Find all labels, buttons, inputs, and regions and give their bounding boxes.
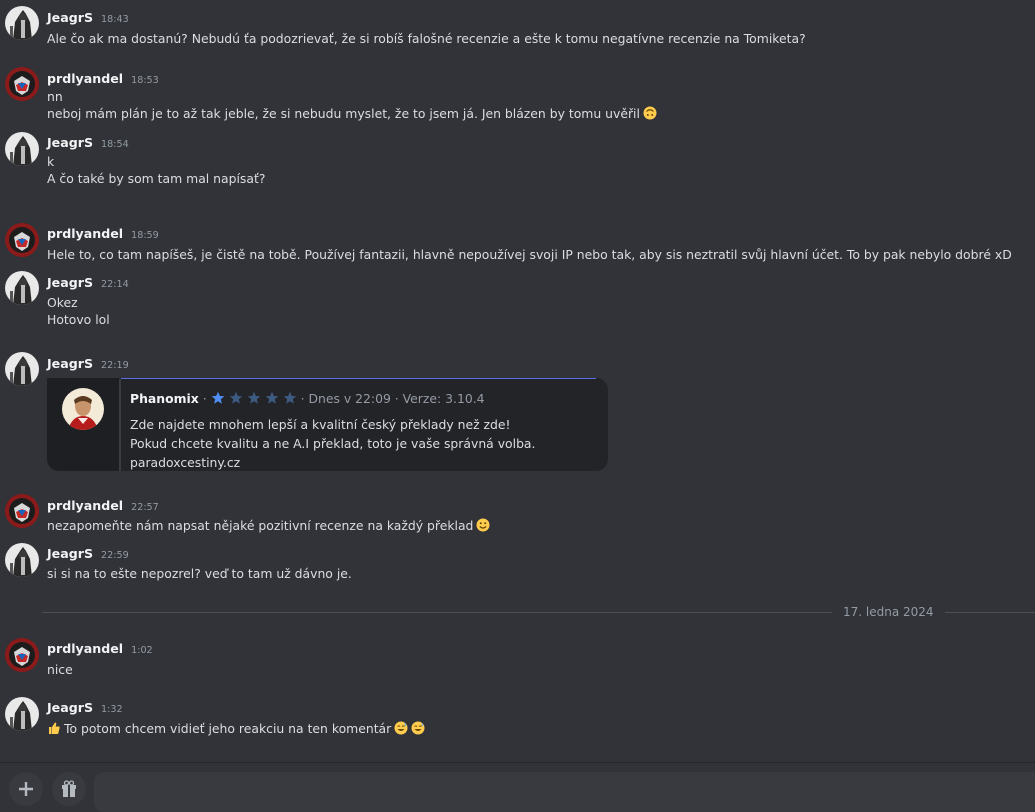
- timestamp: 18:43: [101, 14, 129, 25]
- timestamp: 22:19: [101, 360, 129, 371]
- avatar-prdlyandel[interactable]: [5, 67, 39, 101]
- message-text: Ale čo ak ma dostanú? Nebudú ťa podozrie…: [47, 31, 806, 46]
- message-text: k: [47, 154, 55, 169]
- star-rating: [211, 391, 301, 408]
- message-line: neboj mám plán je to až tak jeble, že si…: [47, 106, 657, 121]
- username[interactable]: JeagrS 18:43: [47, 10, 129, 25]
- message-text: nezapomeňte nám napsat nějaké pozitivní …: [47, 518, 474, 533]
- slightly-smiling-face-icon: [476, 518, 490, 532]
- composer-separator: [0, 762, 1035, 763]
- message-line: To potom chcem vidieť jeho reakciu na te…: [47, 721, 425, 736]
- plus-icon: [19, 782, 33, 796]
- timestamp: 18:59: [131, 230, 159, 241]
- avatar-jeagrs[interactable]: [5, 543, 39, 577]
- date-divider-line: [945, 612, 1035, 613]
- username-text[interactable]: prdlyandel: [47, 641, 123, 656]
- star-empty-icon: [229, 391, 243, 405]
- message-text: si si na to ešte nepozrel? veď to tam už…: [47, 566, 352, 581]
- timestamp: 18:54: [101, 139, 129, 150]
- upside-down-face-icon: [643, 106, 657, 120]
- message-text: nn: [47, 89, 63, 104]
- timestamp: 22:14: [101, 279, 129, 290]
- message-text: Okez: [47, 295, 78, 310]
- username-text[interactable]: prdlyandel: [47, 71, 123, 86]
- add-attachment-button[interactable]: [9, 772, 43, 806]
- username-text[interactable]: prdlyandel: [47, 226, 123, 241]
- timestamp: 18:53: [131, 75, 159, 86]
- gift-icon: [62, 780, 76, 797]
- review-meta: · Dnes v 22:09 · Verze: 3.10.4: [300, 391, 485, 406]
- username[interactable]: prdlyandel 22:57: [47, 498, 159, 513]
- review-text: Zde najdete mnohem lepší a kvalitní česk…: [130, 417, 511, 432]
- message-text: A čo také by som tam mal napísať?: [47, 171, 266, 186]
- star-filled-icon: [211, 391, 225, 405]
- message-text: Hele to, co tam napíšeš, je čistě na tob…: [47, 247, 1012, 262]
- username-text[interactable]: JeagrS: [47, 135, 93, 150]
- username[interactable]: JeagrS 22:59: [47, 546, 129, 561]
- username[interactable]: prdlyandel 18:53: [47, 71, 159, 86]
- date-divider-line: [42, 612, 832, 613]
- star-empty-icon: [283, 391, 297, 405]
- message-text: To potom chcem vidieť jeho reakciu na te…: [64, 721, 392, 736]
- review-separator: ·: [198, 391, 211, 406]
- message-input[interactable]: [94, 772, 1035, 812]
- username[interactable]: JeagrS 22:14: [47, 275, 129, 290]
- username[interactable]: JeagrS 1:32: [47, 700, 123, 715]
- username[interactable]: prdlyandel 18:59: [47, 226, 159, 241]
- username-text[interactable]: JeagrS: [47, 356, 93, 371]
- grinning-sweat-icon: [394, 721, 408, 735]
- star-empty-icon: [265, 391, 279, 405]
- review-embed-divider: [119, 379, 121, 471]
- message-line: nezapomeňte nám napsat nějaké pozitivní …: [47, 518, 490, 533]
- avatar-prdlyandel[interactable]: [5, 494, 39, 528]
- review-header: Phanomix · · Dnes v 22:09 · Verze: 3.10.…: [130, 391, 485, 408]
- date-divider-label: 17. ledna 2024: [843, 605, 934, 619]
- gift-button[interactable]: [52, 772, 86, 806]
- username[interactable]: JeagrS 18:54: [47, 135, 129, 150]
- review-embed-accent: [121, 378, 596, 379]
- star-empty-icon: [247, 391, 261, 405]
- avatar-prdlyandel[interactable]: [5, 638, 39, 672]
- thumbs-up-icon: [47, 721, 61, 735]
- message-text: neboj mám plán je to až tak jeble, že si…: [47, 106, 640, 121]
- timestamp: 22:59: [101, 550, 129, 561]
- avatar-jeagrs[interactable]: [5, 132, 39, 166]
- message-text: nice: [47, 662, 73, 677]
- grinning-sweat-icon: [411, 721, 425, 735]
- username-text[interactable]: prdlyandel: [47, 498, 123, 513]
- username[interactable]: prdlyandel 1:02: [47, 641, 153, 656]
- username-text[interactable]: JeagrS: [47, 546, 93, 561]
- review-text: Pokud chcete kvalitu a ne A.I překlad, t…: [130, 436, 536, 451]
- avatar-prdlyandel[interactable]: [5, 223, 39, 257]
- username-text[interactable]: JeagrS: [47, 275, 93, 290]
- message-text: Hotovo lol: [47, 312, 110, 327]
- timestamp: 22:57: [131, 502, 159, 513]
- timestamp: 1:02: [131, 645, 153, 656]
- reviewer-avatar: [62, 388, 104, 430]
- username-text[interactable]: JeagrS: [47, 10, 93, 25]
- username[interactable]: JeagrS 22:19: [47, 356, 129, 371]
- avatar-jeagrs[interactable]: [5, 697, 39, 731]
- avatar-jeagrs[interactable]: [5, 271, 39, 305]
- reviewer-name[interactable]: Phanomix: [130, 391, 199, 406]
- avatar-jeagrs[interactable]: [5, 6, 39, 40]
- timestamp: 1:32: [101, 704, 123, 715]
- avatar-jeagrs[interactable]: [5, 352, 39, 386]
- username-text[interactable]: JeagrS: [47, 700, 93, 715]
- review-link[interactable]: paradoxcestiny.cz: [130, 455, 240, 470]
